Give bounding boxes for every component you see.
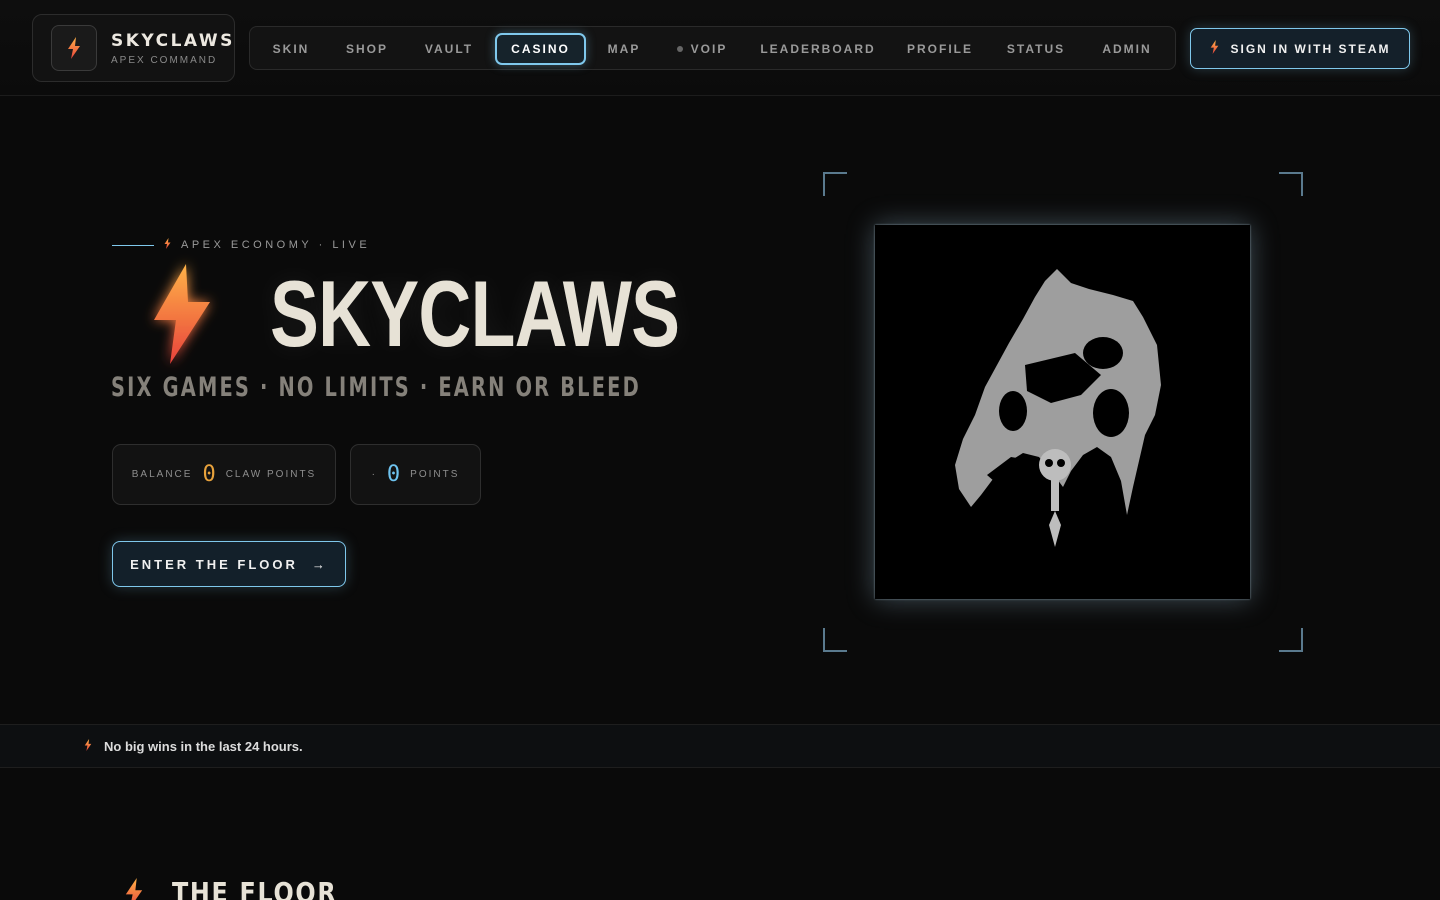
hero-tagline: SIX GAMES · NO LIMITS · EARN OR BLEED — [111, 372, 641, 403]
nav-vault[interactable]: VAULT — [414, 33, 484, 65]
balance-card: BALANCE 0 CLAW POINTS — [112, 444, 336, 505]
top-header: SKYCLAWS APEX COMMAND SKIN SHOP VAULT CA… — [0, 0, 1440, 96]
brand-logo[interactable]: SKYCLAWS APEX COMMAND — [32, 14, 235, 82]
brand-subtitle: APEX COMMAND — [111, 55, 218, 66]
balance-unit: CLAW POINTS — [225, 469, 317, 480]
nav-status[interactable]: STATUS — [998, 33, 1074, 65]
points-value: 0 — [386, 462, 401, 487]
big-wins-ticker: No big wins in the last 24 hours. — [0, 724, 1440, 768]
frame-corner — [823, 628, 847, 652]
lightning-bolt-icon — [1210, 40, 1219, 57]
frame-corner — [1279, 172, 1303, 196]
nav-voip[interactable]: VOIP — [670, 33, 734, 65]
balance-value: 0 — [202, 462, 216, 487]
brand-title: SKYCLAWS — [111, 31, 235, 51]
hero-title: SKYCLAWS — [270, 261, 680, 366]
arrow-right-icon: → — [311, 556, 328, 572]
lightning-bolt-icon — [51, 25, 97, 71]
eyebrow-text: APEX ECONOMY · LIVE — [181, 239, 371, 251]
frame-corner — [823, 172, 847, 196]
cta-label: ENTER THE FLOOR — [130, 556, 298, 572]
hero-eyebrow: APEX ECONOMY · LIVE — [112, 237, 370, 253]
status-dot-icon — [676, 46, 683, 52]
nav-skin[interactable]: SKIN — [262, 33, 320, 65]
sign-in-steam-button[interactable]: SIGN IN WITH STEAM — [1190, 28, 1410, 69]
lightning-bolt-icon — [84, 738, 92, 754]
nav-voip-label: VOIP — [690, 42, 728, 56]
nav-casino[interactable]: CASINO — [495, 33, 586, 65]
nav-profile[interactable]: PROFILE — [900, 33, 980, 65]
balance-label: BALANCE — [131, 469, 193, 480]
frame-corner — [1279, 628, 1303, 652]
sign-in-label: SIGN IN WITH STEAM — [1230, 41, 1391, 56]
lightning-bolt-icon — [150, 262, 214, 371]
nav-map[interactable]: MAP — [598, 33, 650, 65]
enter-floor-button[interactable]: ENTER THE FLOOR → — [112, 541, 346, 587]
points-prefix: · — [371, 469, 377, 480]
nav-shop[interactable]: SHOP — [336, 33, 398, 65]
eyebrow-divider — [112, 244, 154, 246]
ticker-message: No big wins in the last 24 hours. — [104, 738, 303, 754]
section-title-floor: THE FLOOR — [172, 876, 338, 900]
points-unit: POINTS — [410, 469, 460, 480]
nav-admin[interactable]: ADMIN — [1094, 33, 1160, 65]
main-nav: SKIN SHOP VAULT CASINO MAP VOIP LEADERBO… — [249, 26, 1176, 70]
lightning-bolt-icon — [164, 238, 171, 252]
nav-leaderboard[interactable]: LEADERBOARD — [758, 33, 878, 65]
creature-skull-emblem — [875, 225, 1250, 599]
lightning-bolt-icon — [124, 878, 144, 900]
points-card: · 0 POINTS — [350, 444, 481, 505]
